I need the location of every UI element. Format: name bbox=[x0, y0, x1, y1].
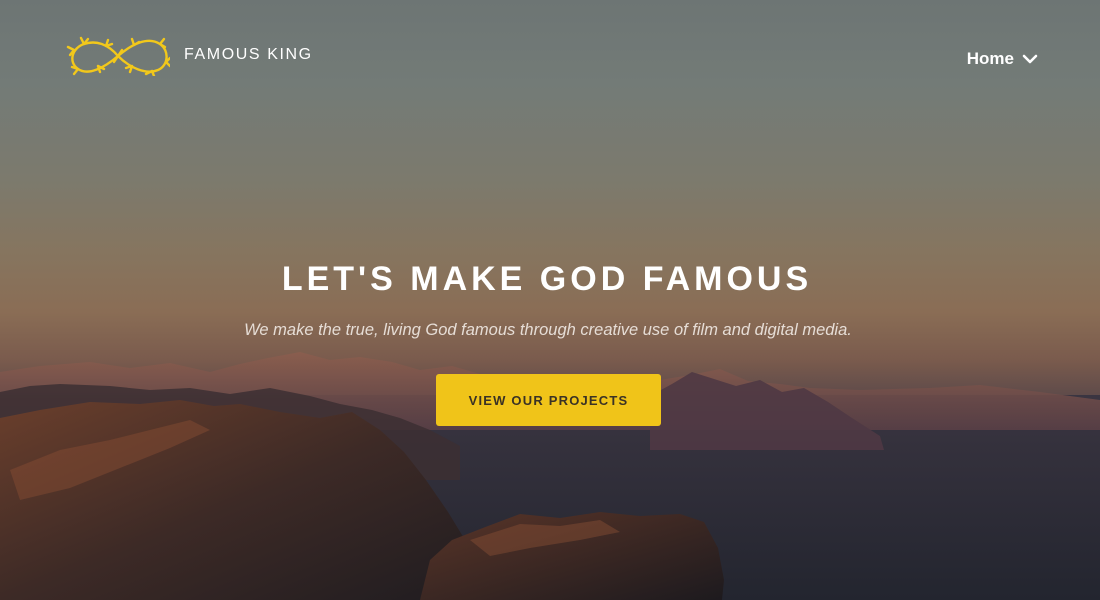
chevron-down-icon bbox=[1022, 54, 1038, 64]
nav-home-label: Home bbox=[966, 49, 1014, 68]
hero-content: LET'S MAKE GOD FAMOUS We make the true, … bbox=[0, 256, 1100, 340]
nav-home-dropdown[interactable]: Home bbox=[967, 49, 1038, 69]
infinity-thorns-logo-icon bbox=[66, 36, 170, 76]
brand-name: FAMOUS KING bbox=[184, 46, 313, 63]
hero-headline: LET'S MAKE GOD FAMOUS bbox=[281, 260, 813, 298]
site-header: FAMOUS KING Home bbox=[0, 0, 1100, 110]
brand-link[interactable]: FAMOUS KING bbox=[66, 36, 313, 76]
hero-section: FAMOUS KING Home LET'S MAKE GOD FAMOUS W… bbox=[0, 0, 1100, 600]
hero-tagline: We make the true, living God famous thro… bbox=[244, 321, 852, 339]
view-projects-button[interactable]: VIEW OUR PROJECTS bbox=[436, 374, 661, 426]
